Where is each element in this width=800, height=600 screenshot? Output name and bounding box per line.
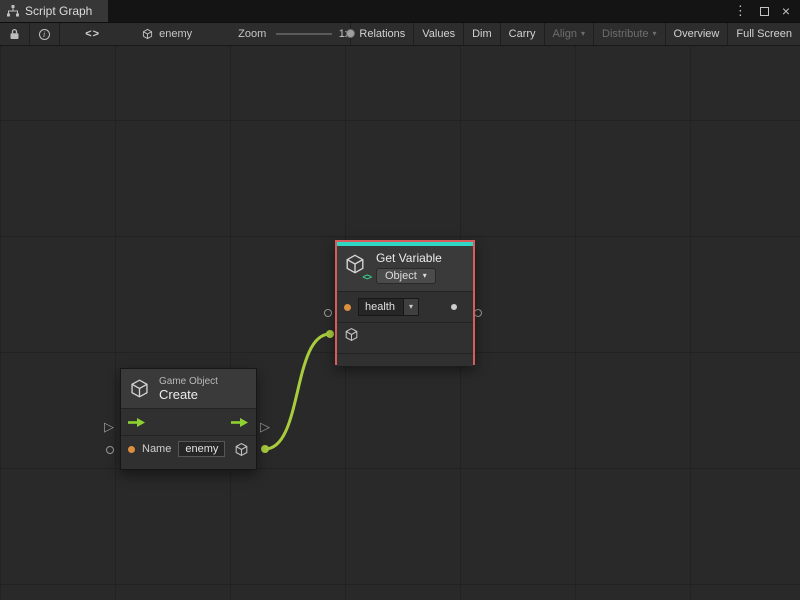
overview-button[interactable]: Overview	[665, 23, 728, 45]
game-object-cube-icon	[129, 378, 150, 399]
kebab-menu-icon[interactable]: ⋮	[734, 3, 747, 19]
variable-value-row: health ▾	[337, 291, 473, 322]
zoom-slider[interactable]	[276, 22, 332, 46]
tab-script-graph[interactable]: Script Graph	[0, 0, 108, 22]
name-param-row: Name enemy	[121, 435, 256, 464]
object-port-cube-icon[interactable]	[344, 327, 359, 342]
wire-source-dot[interactable]	[261, 445, 269, 453]
wire-target-dot[interactable]	[326, 330, 334, 338]
maximize-icon[interactable]	[760, 7, 769, 16]
node-title: Create	[159, 387, 218, 402]
get-variable-header: <> Get Variable Object ▾	[337, 246, 473, 291]
result-cube-icon[interactable]	[234, 442, 249, 457]
node-get-variable[interactable]: <> Get Variable Object ▾ health ▾	[335, 240, 475, 365]
node-footer	[337, 353, 473, 366]
separator	[59, 23, 60, 45]
connection-wire[interactable]	[265, 334, 330, 449]
info-icon[interactable]: i	[30, 23, 59, 45]
relations-button[interactable]: Relations	[350, 23, 413, 45]
create-name-port-circle[interactable]	[106, 446, 114, 454]
variable-picker-button[interactable]: ▾	[404, 298, 419, 316]
chevron-down-icon: ▾	[423, 272, 427, 280]
create-flow-in-triangle[interactable]: ▷	[104, 420, 114, 433]
carry-button[interactable]: Carry	[500, 23, 544, 45]
create-flow-out-triangle[interactable]: ▷	[260, 420, 270, 433]
window-title: Script Graph	[25, 4, 92, 18]
close-icon[interactable]: ×	[782, 4, 790, 18]
flow-out-arrow-icon[interactable]	[231, 417, 249, 428]
param-label: Name	[142, 443, 171, 455]
get-variable-cube-icon: <>	[344, 253, 368, 279]
code-badge-icon: <>	[362, 272, 371, 282]
node-create-game-object[interactable]: Game Object Create Name enemy	[120, 368, 257, 470]
node-title: Get Variable	[376, 251, 442, 265]
value-input-port[interactable]	[344, 304, 351, 311]
variable-scope-dropdown[interactable]: Object ▾	[376, 268, 436, 284]
name-input-port[interactable]	[128, 446, 135, 453]
object-port-row	[337, 322, 473, 353]
dim-button[interactable]: Dim	[463, 23, 500, 45]
zoom-label: Zoom	[238, 28, 266, 40]
code-icon[interactable]: <>	[85, 28, 100, 40]
toolbar: i <> enemy Zoom 1x Relations Values Dim …	[0, 22, 800, 46]
name-value-field[interactable]: enemy	[178, 441, 225, 457]
chevron-down-icon: ▾	[581, 30, 585, 38]
variable-name-label: enemy	[159, 28, 192, 40]
titlebar: Script Graph ⋮ ×	[0, 0, 800, 22]
distribute-button[interactable]: Distribute ▾	[593, 23, 664, 45]
lock-icon[interactable]	[0, 23, 29, 45]
create-header: Game Object Create	[121, 369, 256, 409]
chevron-down-icon: ▾	[409, 303, 413, 311]
flow-in-arrow-icon[interactable]	[128, 417, 146, 428]
values-button[interactable]: Values	[413, 23, 463, 45]
graph-canvas[interactable]: ▷ ▷ <> Get Variable	[0, 46, 800, 600]
getvar-left-port-circle[interactable]	[324, 309, 332, 317]
script-graph-window: Script Graph ⋮ × i <> enemy	[0, 0, 800, 600]
node-category: Game Object	[159, 376, 218, 387]
cube-icon	[142, 28, 153, 40]
chevron-down-icon: ▾	[653, 30, 657, 38]
script-graph-icon	[7, 5, 19, 17]
title-actions: ⋮ ×	[734, 0, 800, 22]
align-button[interactable]: Align ▾	[544, 23, 593, 45]
getvar-right-port-circle[interactable]	[474, 309, 482, 317]
flow-row	[121, 409, 256, 435]
graph-variable-chip[interactable]: enemy	[142, 28, 192, 40]
variable-name-field[interactable]: health	[358, 298, 404, 316]
fullscreen-button[interactable]: Full Screen	[727, 23, 800, 45]
zoom-slider-track	[276, 33, 332, 35]
value-output-port[interactable]	[451, 304, 457, 310]
